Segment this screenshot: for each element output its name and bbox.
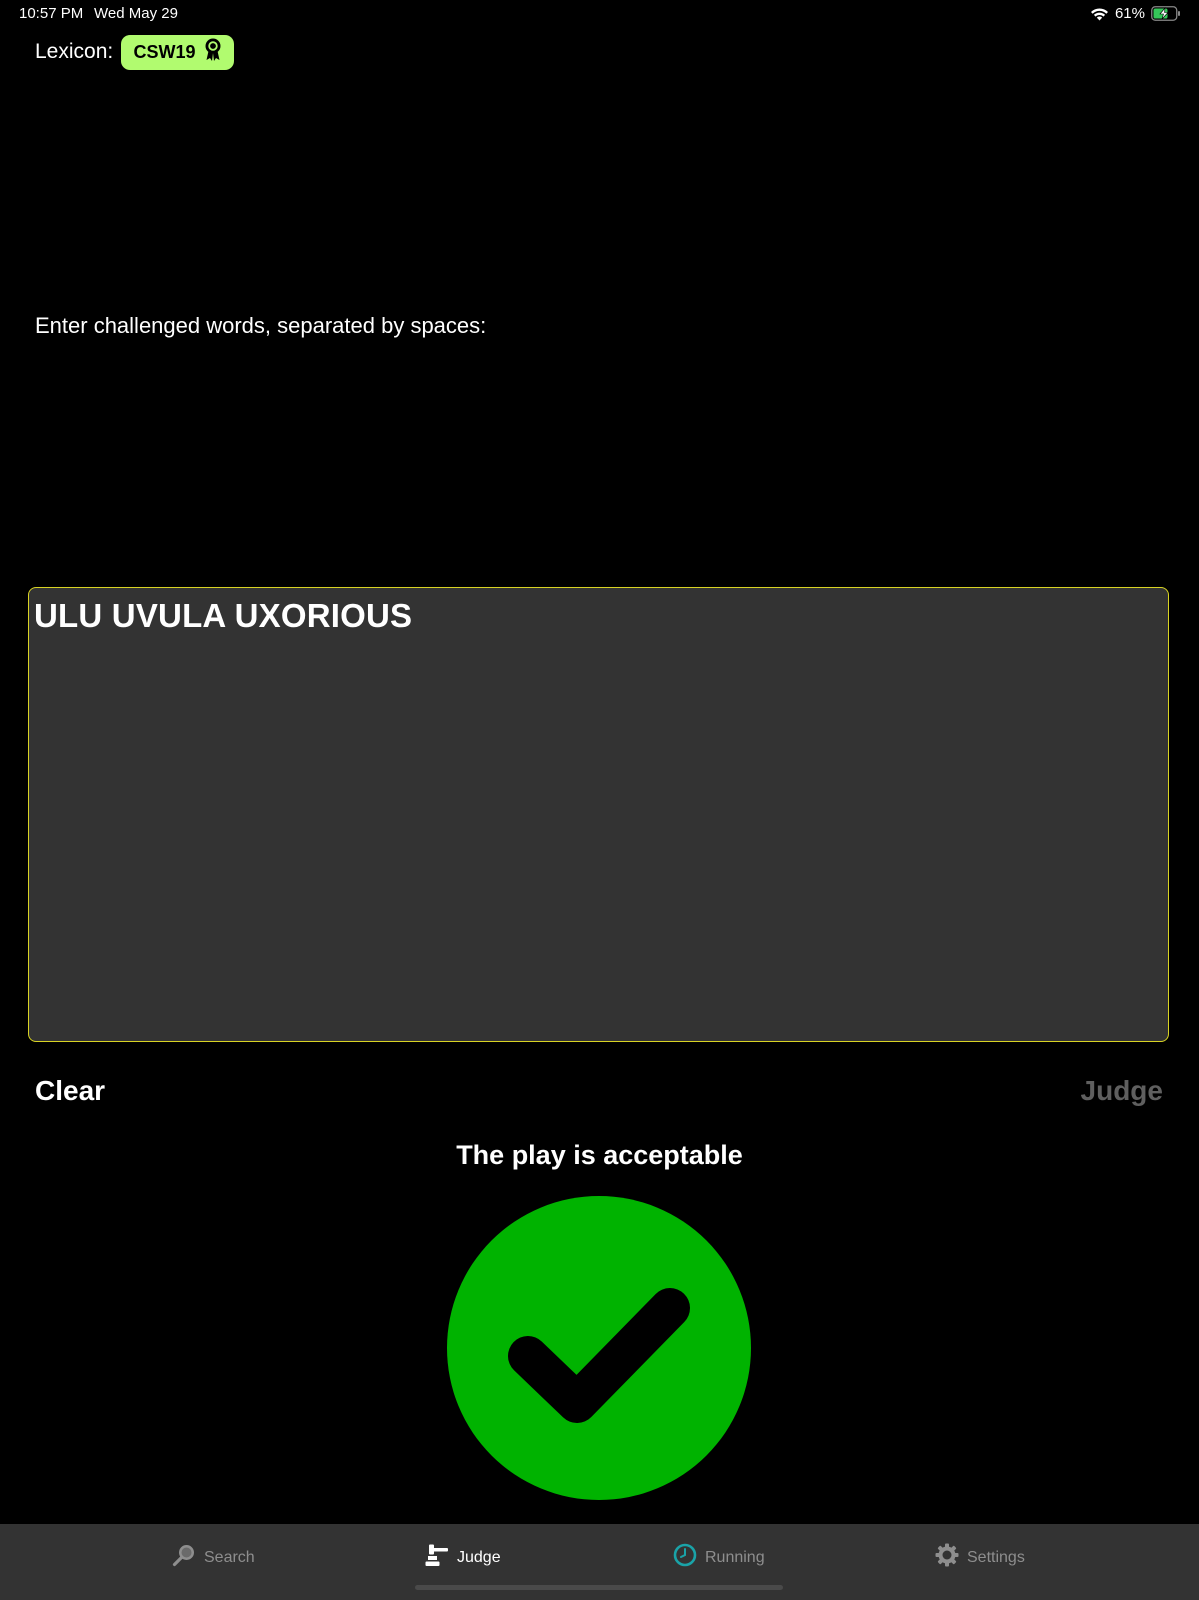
home-indicator[interactable] (415, 1585, 783, 1590)
checkmark-icon (447, 1196, 751, 1505)
clock-icon (673, 1543, 697, 1572)
tab-search-label: Search (204, 1548, 255, 1566)
status-time: 10:57 PM (19, 5, 84, 22)
tab-running[interactable]: Running (673, 1543, 765, 1572)
tab-running-label: Running (705, 1548, 765, 1566)
words-input[interactable] (28, 587, 1169, 1042)
status-indicators: 61% (1090, 5, 1181, 22)
lexicon-value: CSW19 (133, 42, 196, 62)
words-input-value[interactable]: ULU UVULA UXORIOUS (34, 597, 412, 635)
tab-judge-label: Judge (457, 1548, 501, 1566)
search-icon (172, 1543, 196, 1572)
battery-icon (1151, 6, 1181, 21)
clear-button[interactable]: Clear (35, 1075, 105, 1107)
result-message: The play is acceptable (456, 1140, 743, 1170)
judge-button[interactable]: Judge (1081, 1075, 1163, 1107)
lexicon-selector[interactable]: CSW19 (121, 35, 234, 70)
status-date: Wed May 29 (94, 5, 178, 22)
gavel-icon (425, 1543, 449, 1572)
battery-percent: 61% (1114, 5, 1145, 22)
tab-judge[interactable]: Judge (425, 1543, 501, 1572)
lexicon-label: Lexicon: (35, 40, 114, 63)
gear-icon (935, 1543, 959, 1572)
tab-search[interactable]: Search (172, 1543, 255, 1572)
instructions-text: Enter challenged words, separated by spa… (35, 313, 487, 338)
award-icon (204, 38, 222, 67)
tab-settings-label: Settings (967, 1548, 1025, 1566)
wifi-icon (1090, 7, 1109, 21)
tab-settings[interactable]: Settings (935, 1543, 1025, 1572)
